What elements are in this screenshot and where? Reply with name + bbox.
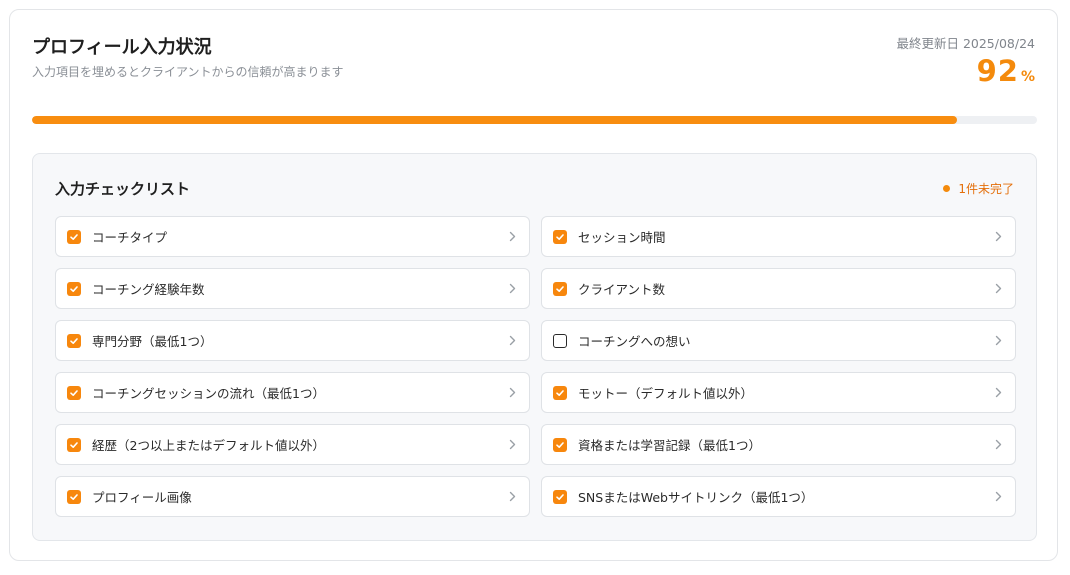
incomplete-count-badge: 1件未完了 <box>943 180 1014 197</box>
chevron-right-icon <box>507 439 517 451</box>
checklist-item-label: プロフィール画像 <box>92 490 192 505</box>
checkbox-checked-icon[interactable] <box>67 229 81 244</box>
checklist-item-label: 専門分野（最低1つ） <box>92 334 213 349</box>
checklist-item-label: SNSまたはWebサイトリンク（最低1つ） <box>578 490 814 505</box>
checkbox-checked-icon[interactable] <box>553 385 567 400</box>
checkbox-checked-icon[interactable] <box>67 333 81 348</box>
checklist-item[interactable]: コーチタイプ <box>55 216 530 257</box>
completion-percent: 92% <box>977 54 1035 88</box>
chevron-right-icon <box>507 283 517 295</box>
chevron-right-icon <box>993 335 1003 347</box>
page-subtitle: 入力項目を埋めるとクライアントからの信頼が高まります <box>32 65 344 79</box>
last-updated-label: 最終更新日 2025/08/24 <box>896 36 1035 51</box>
checklist-grid: コーチタイプ セッション時間コーチング経験年数 クライアント数専門分野（最低1つ） コ… <box>55 216 1016 517</box>
checklist-item[interactable]: コーチング経験年数 <box>55 268 530 309</box>
incomplete-count-label: 1件未完了 <box>958 182 1014 196</box>
checklist-item-label: コーチングセッションの流れ（最低1つ） <box>92 386 325 401</box>
chevron-right-icon <box>507 387 517 399</box>
checkbox-checked-icon[interactable] <box>67 385 81 400</box>
profile-completion-card: プロフィール入力状況 入力項目を埋めるとクライアントからの信頼が高まります 最終… <box>9 9 1058 561</box>
progress-bar-fill <box>32 116 957 124</box>
checkbox-unchecked-icon[interactable] <box>553 333 567 348</box>
checkbox-checked-icon[interactable] <box>553 229 567 244</box>
checklist-item[interactable]: 資格または学習記録（最低1つ） <box>541 424 1016 465</box>
checklist-item-label: モットー（デフォルト値以外） <box>578 386 754 401</box>
checklist-item[interactable]: モットー（デフォルト値以外） <box>541 372 1016 413</box>
chevron-right-icon <box>993 491 1003 503</box>
status-dot-icon <box>943 185 951 192</box>
checkbox-checked-icon[interactable] <box>553 437 567 452</box>
chevron-right-icon <box>507 231 517 243</box>
checklist-item-label: 経歴（2つ以上またはデフォルト値以外） <box>92 438 325 453</box>
page-title: プロフィール入力状況 <box>32 37 212 58</box>
chevron-right-icon <box>993 387 1003 399</box>
checklist-item[interactable]: セッション時間 <box>541 216 1016 257</box>
checklist-item[interactable]: 経歴（2つ以上またはデフォルト値以外） <box>55 424 530 465</box>
chevron-right-icon <box>993 283 1003 295</box>
progress-bar <box>32 116 1037 124</box>
checklist-item-label: コーチングへの想い <box>578 334 691 349</box>
checklist-item[interactable]: プロフィール画像 <box>55 476 530 517</box>
checklist-panel: 入力チェックリスト 1件未完了 コーチタイプ セッション時間コーチング経験年数 クラ… <box>32 153 1037 541</box>
checklist-item[interactable]: SNSまたはWebサイトリンク（最低1つ） <box>541 476 1016 517</box>
checkbox-checked-icon[interactable] <box>67 437 81 452</box>
completion-percent-value: 92 <box>976 54 1019 88</box>
checklist-item[interactable]: コーチングセッションの流れ（最低1つ） <box>55 372 530 413</box>
checklist-item-label: クライアント数 <box>578 282 666 297</box>
chevron-right-icon <box>993 439 1003 451</box>
checklist-item[interactable]: コーチングへの想い <box>541 320 1016 361</box>
chevron-right-icon <box>507 491 517 503</box>
checkbox-checked-icon[interactable] <box>67 281 81 296</box>
checklist-item-label: 資格または学習記録（最低1つ） <box>578 438 761 453</box>
checklist-item-label: コーチング経験年数 <box>92 282 205 297</box>
checklist-item[interactable]: クライアント数 <box>541 268 1016 309</box>
checklist-item-label: コーチタイプ <box>92 230 168 245</box>
checklist-item-label: セッション時間 <box>578 230 666 245</box>
checklist-title: 入力チェックリスト <box>55 180 191 198</box>
checkbox-checked-icon[interactable] <box>67 489 81 504</box>
checkbox-checked-icon[interactable] <box>553 489 567 504</box>
completion-percent-sign: % <box>1020 69 1035 85</box>
checklist-item[interactable]: 専門分野（最低1つ） <box>55 320 530 361</box>
chevron-right-icon <box>507 335 517 347</box>
checkbox-checked-icon[interactable] <box>553 281 567 296</box>
chevron-right-icon <box>993 231 1003 243</box>
